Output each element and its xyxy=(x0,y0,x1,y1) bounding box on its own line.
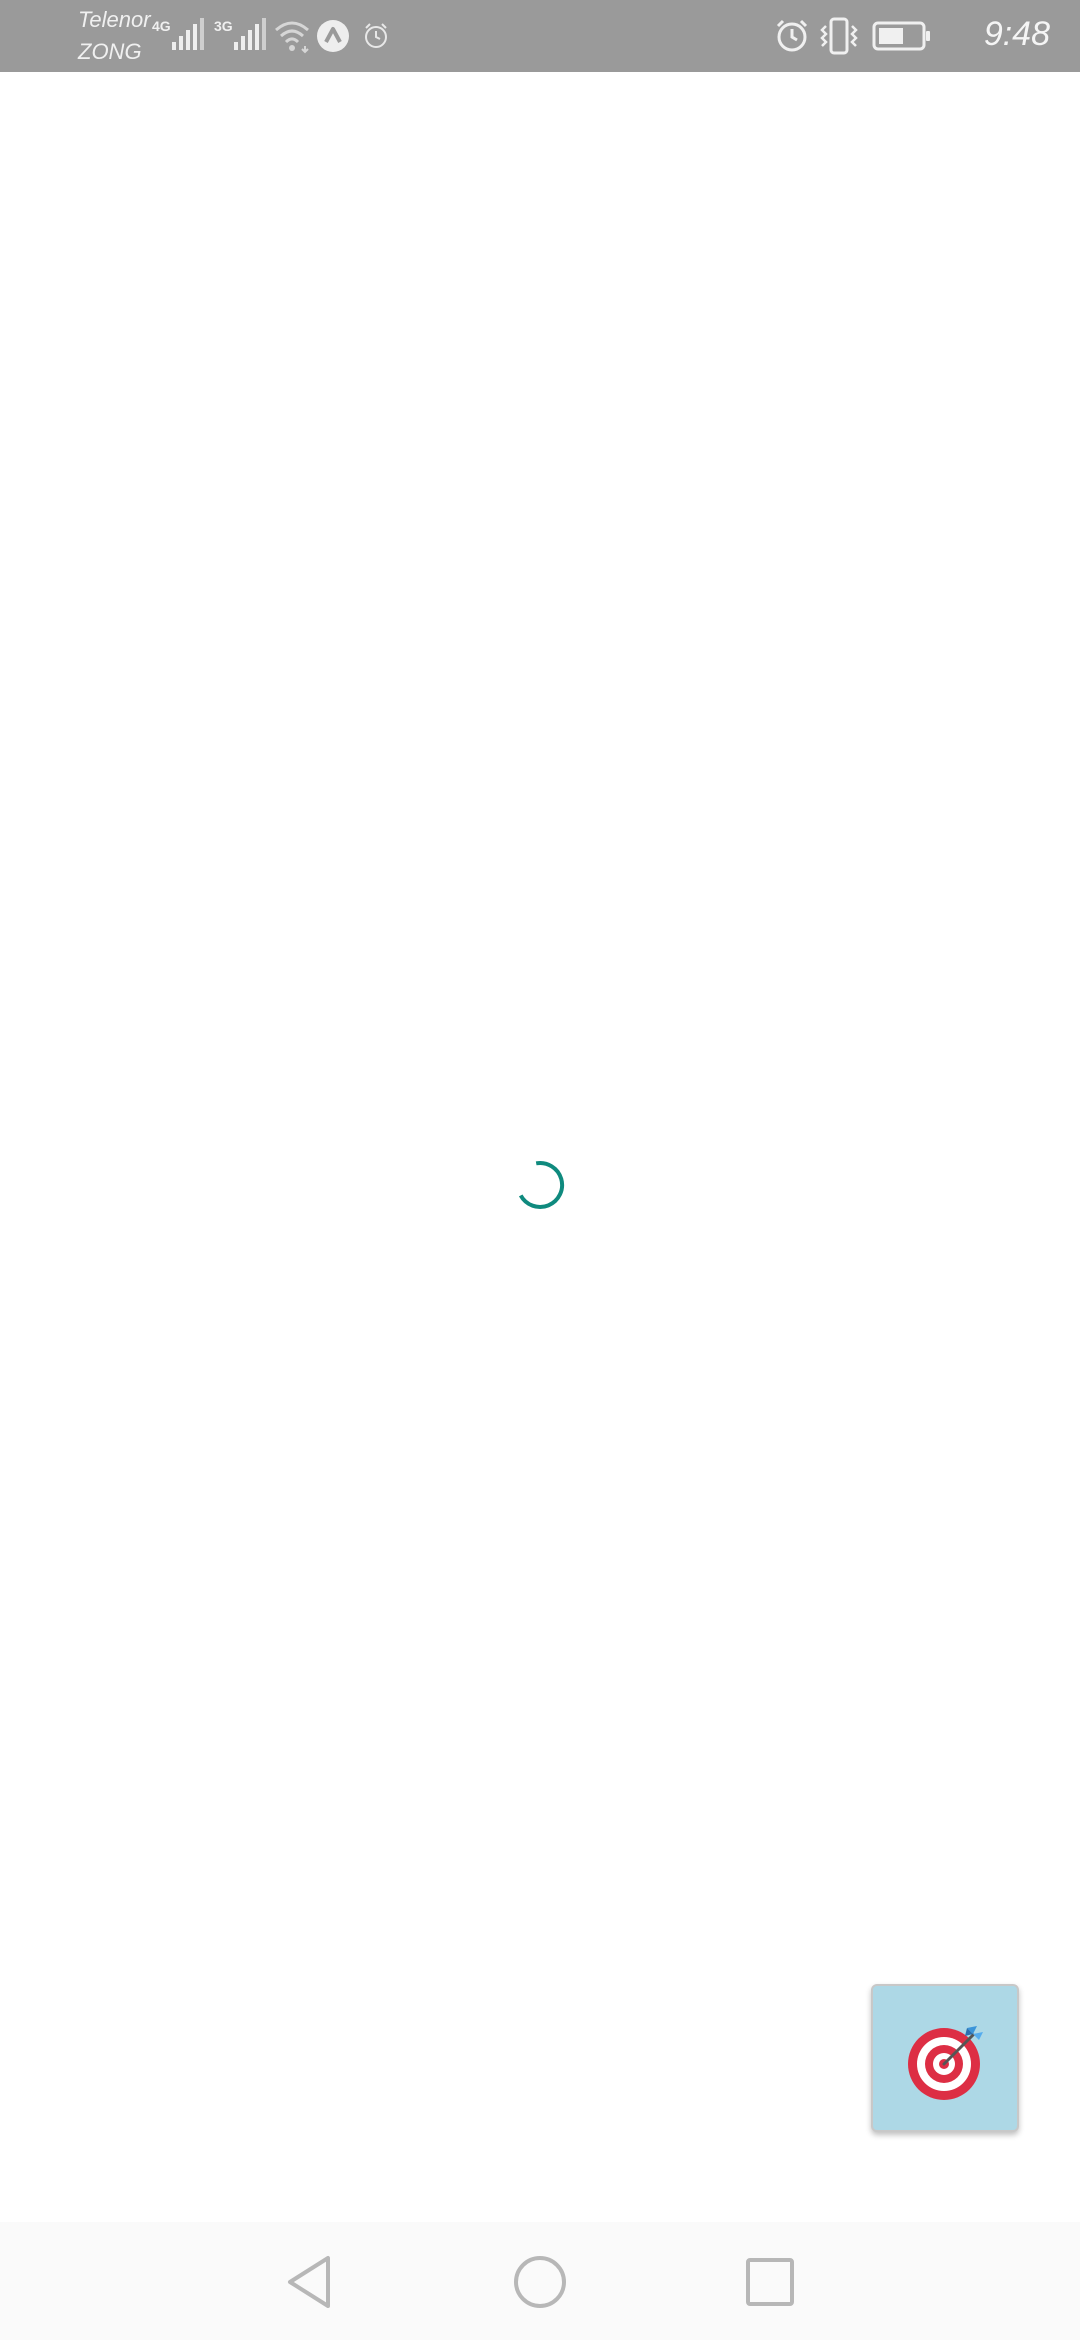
wifi-icon xyxy=(275,21,309,54)
status-bar: Telenor ZONG 4G 3G 9:48 xyxy=(0,0,1080,72)
network-type-3g: 3G xyxy=(214,18,233,34)
target-dart-icon xyxy=(908,2026,983,2100)
carrier-primary: Telenor xyxy=(78,7,151,32)
loading-spinner-icon xyxy=(518,1160,565,1209)
clock: 9:48 xyxy=(983,15,1050,53)
content-area xyxy=(0,72,1080,2222)
carrier-secondary: ZONG xyxy=(78,39,142,64)
target-floating-button[interactable] xyxy=(871,1984,1019,2132)
alarm-icon xyxy=(365,23,387,48)
app-notification-icon xyxy=(317,20,349,52)
battery-icon xyxy=(872,21,930,51)
home-icon[interactable] xyxy=(510,2252,570,2312)
network-type-4g: 4G xyxy=(152,18,171,34)
signal-icon xyxy=(234,18,266,50)
vibrate-icon xyxy=(820,17,858,55)
back-icon[interactable] xyxy=(280,2252,340,2312)
signal-icon xyxy=(172,18,204,50)
navigation-bar xyxy=(0,2222,1080,2340)
alarm-icon xyxy=(776,19,808,52)
recent-apps-icon[interactable] xyxy=(740,2252,800,2312)
